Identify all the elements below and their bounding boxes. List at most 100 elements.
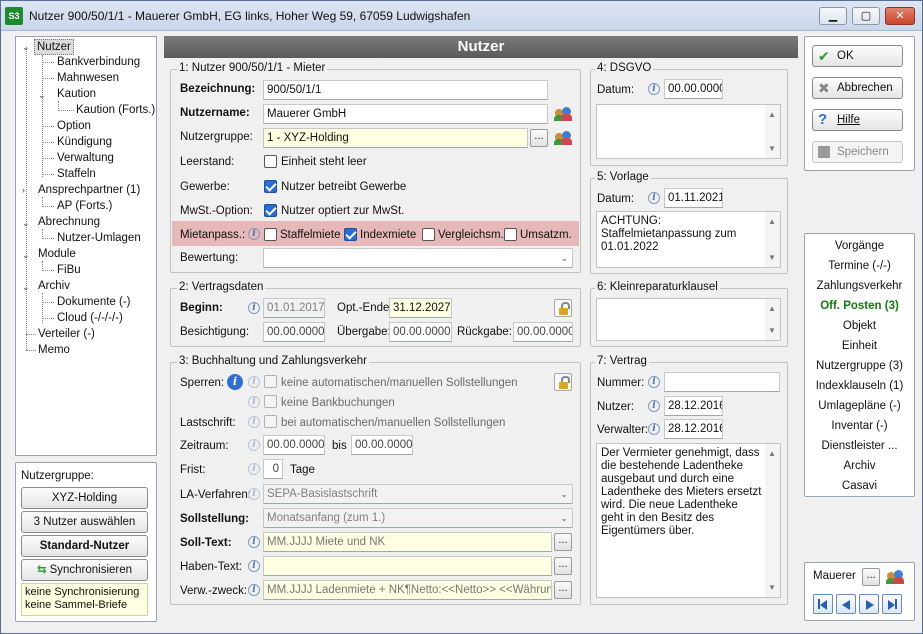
tree-item-mahnwesen[interactable]: Mahnwesen [57, 70, 119, 86]
tree-item-ap-forts[interactable]: AP (Forts.) [57, 198, 112, 214]
tree-item-kuendigung[interactable]: Kündigung [57, 134, 112, 150]
scrollbar[interactable]: ▲ ▼ [765, 444, 780, 597]
save-button[interactable]: Speichern [812, 141, 903, 163]
info-icon[interactable]: i [248, 416, 260, 428]
tree-item-staffeln[interactable]: Staffeln [57, 166, 96, 182]
info-icon[interactable]: i [648, 376, 660, 388]
kleinreparatur-textarea[interactable]: ▲ ▼ [596, 298, 781, 341]
minimize-button[interactable]: ▁ [819, 7, 847, 25]
link-vorgaenge[interactable]: Vorgänge [804, 240, 915, 252]
vertrag-nutzer-input[interactable]: 28.12.2016 [664, 396, 723, 416]
link-offene-posten[interactable]: Off. Posten (3) [804, 300, 915, 312]
select-users-button[interactable]: 3 Nutzer auswählen [21, 511, 148, 533]
info-icon[interactable]: i [248, 560, 260, 572]
link-umlageplaene[interactable]: Umlagepläne (-) [804, 400, 915, 412]
search-browse-button[interactable]: ... [862, 568, 880, 586]
dsgvo-datum-input[interactable]: 00.00.0000 [664, 79, 723, 99]
collapse-icon[interactable]: ⌄ [22, 41, 30, 53]
tree-item-kaution-forts[interactable]: Kaution (Forts.) [76, 102, 155, 118]
lock-icon[interactable] [554, 299, 572, 317]
link-dienstleister[interactable]: Dienstleister ... [804, 440, 915, 452]
sollstellung-select[interactable]: Monatsanfang (zum 1.) ⌄ [263, 508, 573, 528]
bewertung-select[interactable]: ⌄ [263, 248, 573, 268]
link-archiv[interactable]: Archiv [804, 460, 915, 472]
staffelmiete-checkbox[interactable] [264, 228, 277, 241]
zeitraum-from-input[interactable]: 00.00.0000 [263, 435, 325, 455]
tree-item-verteiler[interactable]: Verteiler (-) [38, 326, 95, 342]
info-icon[interactable]: i [648, 83, 660, 95]
info-icon[interactable]: i [248, 302, 260, 314]
tree-item-kaution[interactable]: Kaution [57, 86, 96, 102]
vertrag-nummer-input[interactable] [664, 372, 780, 392]
optende-input[interactable]: 31.12.2027 [389, 298, 452, 318]
tree-item-option[interactable]: Option [57, 118, 91, 134]
vorlage-textarea[interactable]: ACHTUNG: Staffelmietanpassung zum 01.01.… [596, 211, 781, 268]
frist-input[interactable]: 0 [263, 459, 283, 479]
info-icon[interactable]: i [248, 396, 260, 408]
tree-item-bankverbindung[interactable]: Bankverbindung [57, 54, 140, 70]
sync-button[interactable]: ⇆ Synchronisieren [21, 559, 148, 581]
help-button[interactable]: ? Hilfe [812, 109, 903, 131]
vertrag-textarea[interactable]: Der Vermieter genehmigt, dass die besteh… [596, 443, 781, 598]
link-termine[interactable]: Termine (-/-) [804, 260, 915, 272]
ok-button[interactable]: ✔ OK [812, 45, 903, 67]
expand-icon[interactable]: › [22, 184, 25, 196]
link-nutzergruppe[interactable]: Nutzergruppe (3) [804, 360, 915, 372]
scroll-down-icon[interactable]: ▼ [768, 581, 776, 594]
verwendungszweck-browse-button[interactable]: ... [554, 581, 572, 599]
scroll-up-icon[interactable]: ▲ [768, 302, 776, 315]
solltext-input[interactable]: MM.JJJJ Miete und NK [263, 532, 552, 552]
first-record-button[interactable] [813, 594, 833, 614]
search-input[interactable]: Mauerer [810, 567, 860, 587]
info-icon[interactable]: i [248, 463, 260, 475]
last-record-button[interactable] [882, 594, 902, 614]
contacts-icon[interactable] [554, 106, 572, 122]
vertrag-verwalter-input[interactable]: 28.12.2016 [664, 419, 723, 439]
scrollbar[interactable]: ▲ ▼ [765, 212, 780, 267]
rueckgabe-input[interactable]: 00.00.0000 [513, 322, 573, 342]
info-icon[interactable]: i [648, 400, 660, 412]
info-icon[interactable]: i [248, 228, 260, 240]
contacts-icon[interactable] [886, 569, 904, 585]
nutzergruppe-input[interactable]: 1 - XYZ-Holding [263, 128, 528, 148]
mwst-checkbox[interactable] [264, 204, 277, 217]
scrollbar[interactable]: ▲ ▼ [765, 105, 780, 158]
group-button[interactable]: XYZ-Holding [21, 487, 148, 509]
collapse-icon[interactable]: ⌄ [22, 281, 30, 293]
nutzergruppe-browse-button[interactable]: ... [530, 129, 548, 147]
info-icon[interactable]: i [248, 584, 260, 596]
next-record-button[interactable] [859, 594, 879, 614]
tree-item-nutzer[interactable]: Nutzer [34, 39, 74, 55]
beginn-input[interactable]: 01.01.2017 [263, 298, 325, 318]
gewerbe-checkbox[interactable] [264, 180, 277, 193]
habentext-browse-button[interactable]: ... [554, 557, 572, 575]
close-button[interactable]: ✕ [885, 7, 915, 25]
tree-item-module[interactable]: Module [38, 246, 76, 262]
cancel-button[interactable]: ✖ Abbrechen [812, 77, 903, 99]
info-icon[interactable]: i [248, 536, 260, 548]
scroll-up-icon[interactable]: ▲ [768, 108, 776, 121]
solltext-browse-button[interactable]: ... [554, 533, 572, 551]
leerstand-checkbox[interactable] [264, 155, 277, 168]
tree-item-nutzer-umlagen[interactable]: Nutzer-Umlagen [57, 230, 141, 246]
tree-item-fibu[interactable]: FiBu [57, 262, 81, 278]
scroll-up-icon[interactable]: ▲ [768, 215, 776, 228]
standard-user-button[interactable]: Standard-Nutzer [21, 535, 148, 557]
link-casavi[interactable]: Casavi [804, 480, 915, 492]
vorlage-datum-input[interactable]: 01.11.2021 [664, 188, 723, 208]
tree-item-abrechnung[interactable]: Abrechnung [38, 214, 100, 230]
contacts-icon[interactable] [554, 130, 572, 146]
dsgvo-textarea[interactable]: ▲ ▼ [596, 104, 781, 159]
scroll-down-icon[interactable]: ▼ [768, 324, 776, 337]
collapse-icon[interactable]: ⌄ [22, 217, 30, 229]
maximize-button[interactable]: ▢ [852, 7, 880, 25]
scrollbar[interactable]: ▲ ▼ [765, 299, 780, 340]
besichtigung-input[interactable]: 00.00.0000 [263, 322, 325, 342]
info-icon[interactable]: i [248, 488, 260, 500]
nutzername-input[interactable]: Mauerer GmbH [263, 104, 548, 124]
link-objekt[interactable]: Objekt [804, 320, 915, 332]
sperre-sollstellungen-checkbox[interactable] [264, 375, 277, 388]
info-icon[interactable]: i [227, 374, 243, 390]
umsatzmiete-checkbox[interactable] [504, 228, 517, 241]
info-icon[interactable]: i [648, 423, 660, 435]
